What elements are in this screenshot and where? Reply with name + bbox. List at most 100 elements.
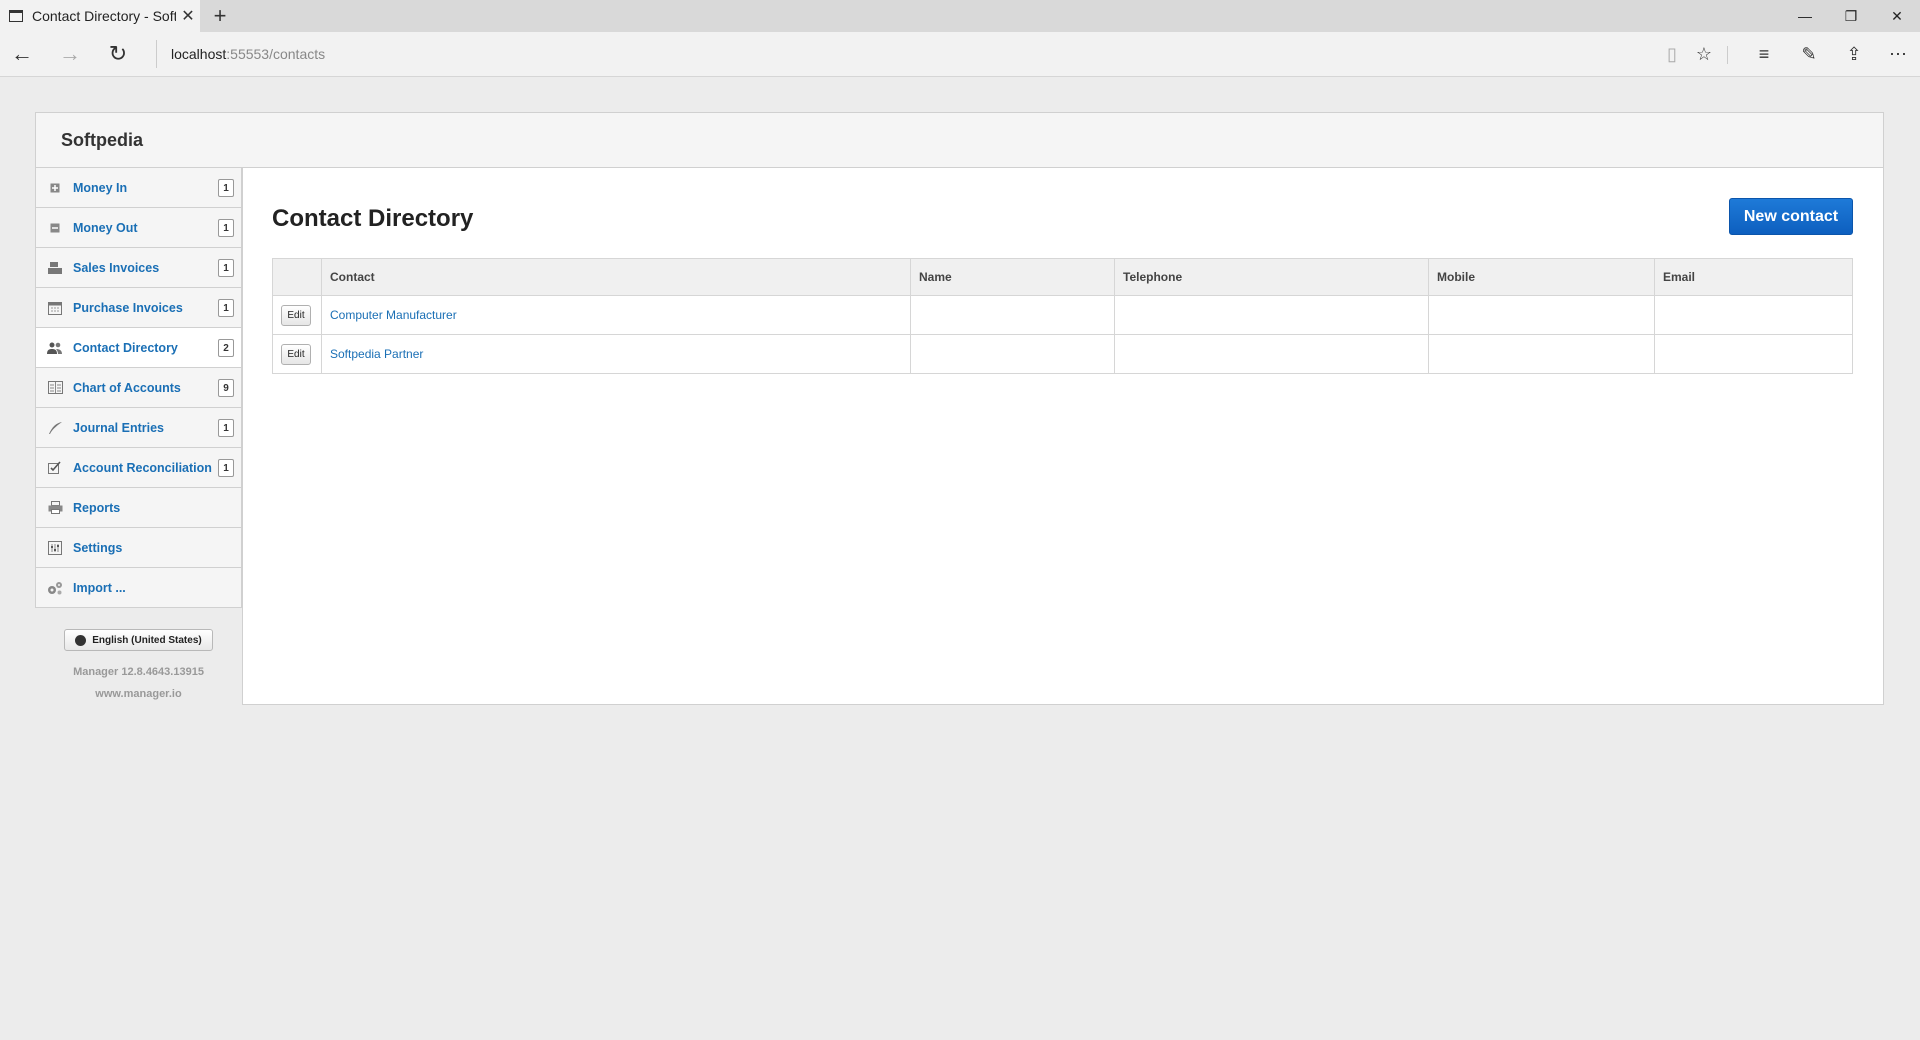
app-header: Softpedia	[35, 112, 1884, 168]
cell-telephone	[1114, 295, 1429, 335]
edit-button[interactable]: Edit	[281, 304, 311, 326]
sidebar-item-label: Journal Entries	[73, 420, 164, 435]
column-header-actions	[272, 258, 322, 296]
minus-square-icon	[47, 220, 63, 236]
count-badge: 1	[218, 458, 234, 477]
sidebar-item-label: Contact Directory	[73, 340, 178, 355]
page-icon	[9, 10, 23, 22]
count-badge: 1	[218, 218, 234, 237]
sidebar-item-money-in[interactable]: Money In 1	[35, 168, 242, 208]
forward-icon[interactable]: →	[54, 40, 86, 68]
cell-actions: Edit	[272, 295, 322, 335]
sidebar-item-label: Account Reconciliation	[73, 460, 212, 475]
sidebar-item-label: Settings	[73, 540, 123, 555]
address-bar: ← → ↻ localhost:55553/contacts ▯ ☆ ≡ ✎ ⇪…	[0, 32, 1920, 77]
sidebar-item-label: Reports	[73, 500, 121, 515]
url-path: :55553/contacts	[226, 46, 326, 62]
sidebar-item-import[interactable]: Import ...	[35, 568, 242, 608]
cell-name	[910, 334, 1115, 374]
cell-name	[910, 295, 1115, 335]
printer-icon	[47, 500, 63, 516]
sidebar-item-purchase-invoices[interactable]: Purchase Invoices 1	[35, 288, 242, 328]
url-field[interactable]: localhost:55553/contacts	[156, 40, 325, 68]
back-icon[interactable]: ←	[6, 40, 38, 68]
table-header-row: Contact Name Telephone Mobile Email	[272, 258, 1853, 296]
sidebar-item-settings[interactable]: Settings	[35, 528, 242, 568]
column-header-mobile: Mobile	[1428, 258, 1655, 296]
url-host: localhost	[171, 46, 227, 62]
count-badge: 9	[218, 378, 234, 397]
globe-icon	[75, 634, 87, 646]
favorite-star-icon[interactable]: ☆	[1688, 40, 1720, 68]
sidebar-item-sales-invoices[interactable]: Sales Invoices 1	[35, 248, 242, 288]
cell-email	[1654, 295, 1853, 335]
tab-title: Contact Directory - Soft	[32, 8, 176, 24]
more-icon[interactable]: ⋯	[1882, 40, 1914, 68]
count-badge: 2	[218, 338, 234, 357]
share-icon[interactable]: ⇪	[1838, 40, 1870, 68]
edit-button[interactable]: Edit	[281, 343, 311, 365]
main-content: Contact Directory New contact Contact Na…	[242, 168, 1884, 705]
cell-telephone	[1114, 334, 1429, 374]
contact-link[interactable]: Softpedia Partner	[330, 347, 423, 361]
sidebar-item-journal-entries[interactable]: Journal Entries 1	[35, 408, 242, 448]
refresh-icon[interactable]: ↻	[102, 40, 134, 68]
sidebar-item-label: Money In	[73, 180, 128, 195]
minimize-icon[interactable]: —	[1782, 0, 1828, 32]
language-label: English (United States)	[92, 634, 202, 646]
cell-mobile	[1428, 295, 1655, 335]
cell-email	[1654, 334, 1853, 374]
sidebar-item-money-out[interactable]: Money Out 1	[35, 208, 242, 248]
restore-icon[interactable]: ❐	[1828, 0, 1874, 32]
hub-icon[interactable]: ≡	[1748, 40, 1780, 68]
brand-title[interactable]: Softpedia	[61, 130, 143, 151]
table-row: Edit Computer Manufacturer	[272, 295, 1853, 335]
contacts-table: Contact Name Telephone Mobile Email Edit…	[272, 258, 1853, 374]
new-contact-button[interactable]: New contact	[1729, 198, 1853, 235]
sidebar-item-label: Purchase Invoices	[73, 300, 183, 315]
count-badge: 1	[218, 258, 234, 277]
browser-tab[interactable]: Contact Directory - Soft ✕	[0, 0, 200, 32]
table-row: Edit Softpedia Partner	[272, 334, 1853, 374]
cell-mobile	[1428, 334, 1655, 374]
sidebar-item-label: Sales Invoices	[73, 260, 160, 275]
cell-actions: Edit	[272, 334, 322, 374]
contact-link[interactable]: Computer Manufacturer	[330, 308, 457, 322]
quill-icon	[47, 420, 63, 436]
close-window-icon[interactable]: ✕	[1874, 0, 1920, 32]
calendar-icon	[47, 300, 63, 316]
checkbox-icon	[47, 460, 63, 476]
browser-tab-bar: Contact Directory - Soft ✕ + — ❐ ✕	[0, 0, 1920, 32]
toolbar-separator	[1727, 46, 1728, 64]
sidebar-item-chart-of-accounts[interactable]: Chart of Accounts 9	[35, 368, 242, 408]
count-badge: 1	[218, 178, 234, 197]
column-header-name: Name	[910, 258, 1115, 296]
count-badge: 1	[218, 418, 234, 437]
sidebar-item-label: Import ...	[73, 580, 126, 595]
sidebar-item-contact-directory[interactable]: Contact Directory 2	[35, 328, 242, 368]
column-header-email: Email	[1654, 258, 1853, 296]
reading-view-icon[interactable]: ▯	[1656, 40, 1688, 68]
column-header-telephone: Telephone	[1114, 258, 1429, 296]
version-text: Manager 12.8.4643.13915	[73, 666, 204, 678]
sidebar-item-label: Money Out	[73, 220, 138, 235]
settings-icon	[47, 540, 63, 556]
sidebar-item-label: Chart of Accounts	[73, 380, 181, 395]
language-button[interactable]: English (United States)	[64, 629, 213, 651]
count-badge: 1	[218, 298, 234, 317]
web-note-icon[interactable]: ✎	[1793, 40, 1825, 68]
new-tab-icon[interactable]: +	[206, 2, 234, 30]
cell-contact: Computer Manufacturer	[321, 295, 911, 335]
close-tab-icon[interactable]: ✕	[176, 6, 200, 26]
cell-contact: Softpedia Partner	[321, 334, 911, 374]
sidebar-item-reports[interactable]: Reports	[35, 488, 242, 528]
sidebar-item-account-reconciliation[interactable]: Account Reconciliation 1	[35, 448, 242, 488]
users-icon	[47, 340, 63, 356]
gears-icon	[47, 580, 63, 596]
sidebar: Money In 1 Money Out 1 Sales Invoices 1 …	[35, 168, 242, 608]
page-title: Contact Directory	[272, 205, 474, 232]
plus-square-icon	[47, 180, 63, 196]
cash-register-icon	[47, 260, 63, 276]
website-text: www.manager.io	[95, 688, 182, 700]
column-header-contact: Contact	[321, 258, 911, 296]
